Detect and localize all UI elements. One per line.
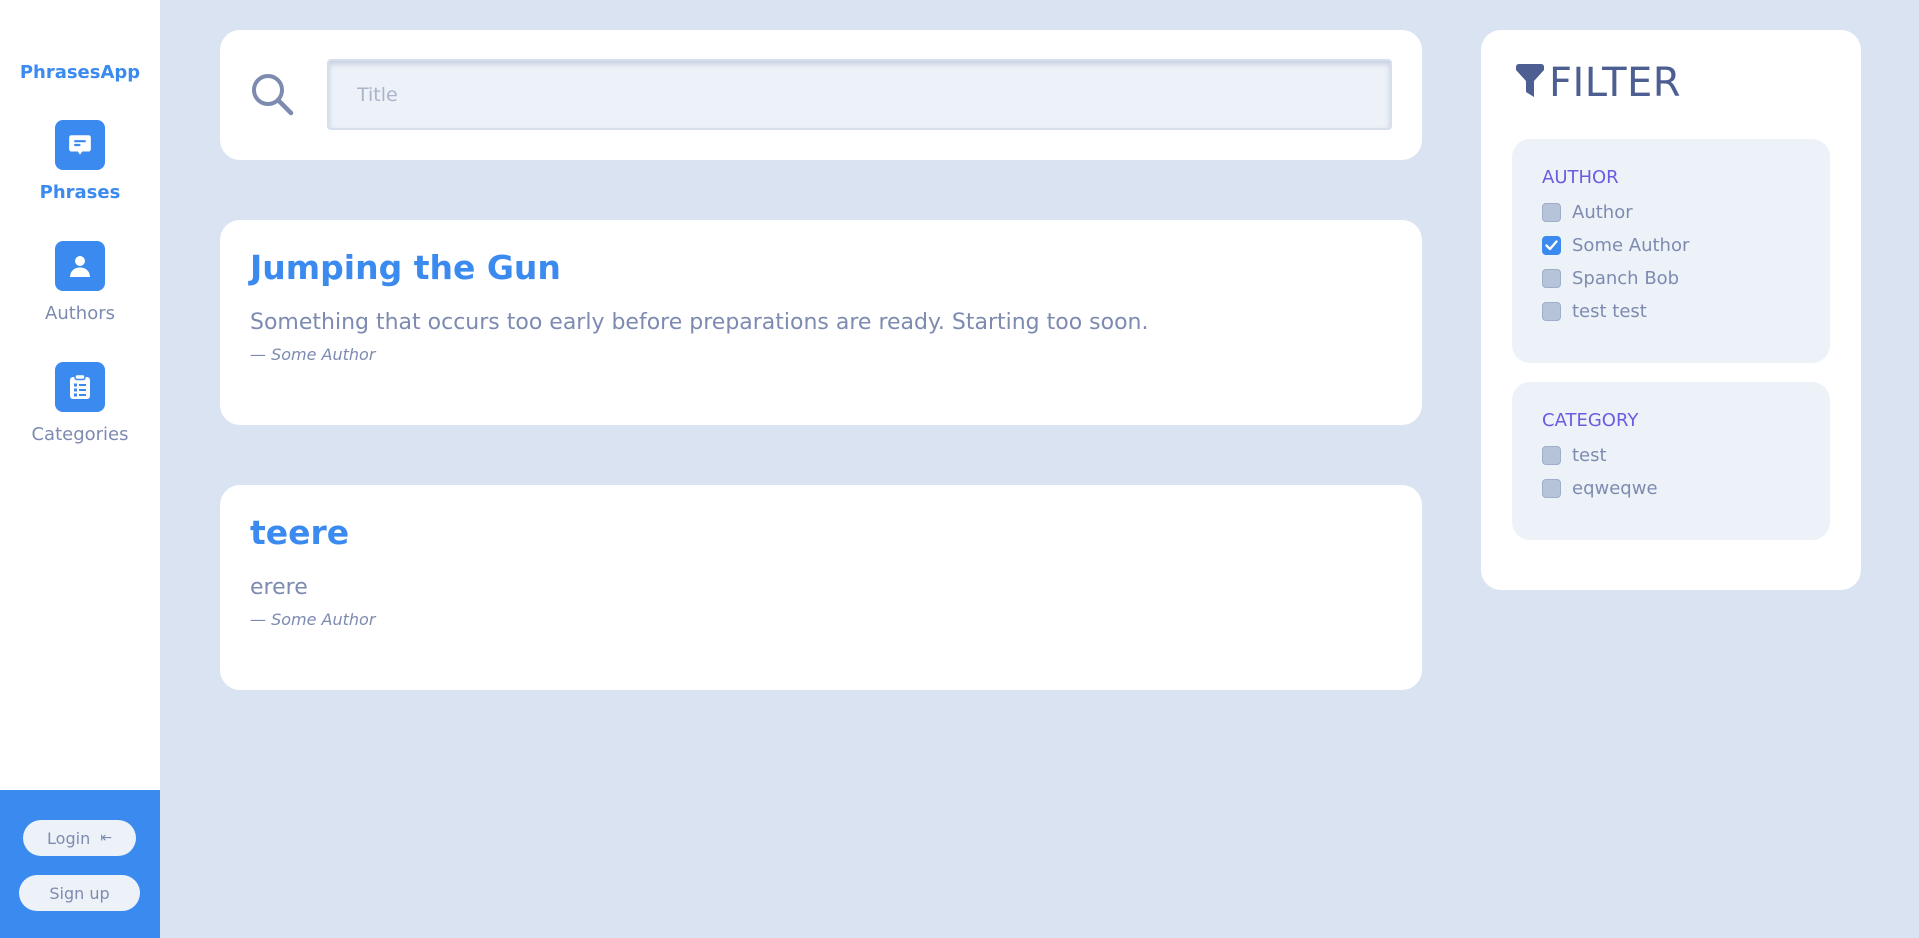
auth-panel: Login ⇤ Sign up (0, 790, 160, 938)
author-option[interactable]: Author (1542, 196, 1800, 229)
checkbox-checked[interactable] (1542, 236, 1561, 255)
phrase-title[interactable]: teere (250, 513, 1392, 553)
nav-item-authors[interactable]: Authors (0, 241, 160, 324)
phrase-author: — Some Author (250, 609, 376, 629)
checkbox[interactable] (1542, 479, 1561, 498)
phrase-card[interactable]: teere erere — Some Author (220, 485, 1422, 690)
author-filter-group: AUTHOR Author Some Author Spanch Bob tes… (1512, 139, 1830, 363)
brand-logo[interactable]: PhrasesApp (0, 62, 160, 83)
category-filter-group: CATEGORY test eqweqwe (1512, 382, 1830, 540)
category-option[interactable]: test (1542, 439, 1800, 472)
nav-label-phrases: Phrases (39, 182, 121, 203)
phrase-author: — Some Author (250, 344, 376, 364)
option-label: Spanch Bob (1572, 268, 1680, 289)
login-button[interactable]: Login ⇤ (23, 820, 136, 856)
message-icon (55, 120, 105, 170)
option-label: Some Author (1572, 235, 1690, 256)
nav-item-phrases[interactable]: Phrases (0, 120, 160, 203)
phrase-card[interactable]: Jumping the Gun Something that occurs to… (220, 220, 1422, 425)
funnel-icon (1515, 63, 1545, 103)
nav-item-categories[interactable]: Categories (0, 362, 160, 445)
checkbox[interactable] (1542, 302, 1561, 321)
checkbox[interactable] (1542, 446, 1561, 465)
author-option[interactable]: test test (1542, 295, 1800, 328)
person-icon (55, 241, 105, 291)
category-group-title: CATEGORY (1542, 410, 1639, 431)
signup-label: Sign up (49, 883, 110, 903)
category-option[interactable]: eqweqwe (1542, 472, 1800, 505)
author-option[interactable]: Spanch Bob (1542, 262, 1800, 295)
check-icon (1545, 240, 1558, 251)
option-label: eqweqwe (1572, 478, 1658, 499)
author-option[interactable]: Some Author (1542, 229, 1800, 262)
nav-label-authors: Authors (45, 303, 115, 324)
search-input[interactable] (327, 59, 1392, 130)
login-icon: ⇤ (100, 830, 112, 846)
phrase-text: Something that occurs too early before p… (250, 309, 1149, 335)
option-label: test test (1572, 301, 1647, 322)
checkbox[interactable] (1542, 269, 1561, 288)
checkbox[interactable] (1542, 203, 1561, 222)
author-group-title: AUTHOR (1542, 167, 1619, 188)
clipboard-list-icon (55, 362, 105, 412)
sidebar: PhrasesApp Phrases Authors Categories Lo… (0, 0, 160, 938)
login-label: Login (47, 828, 91, 848)
option-label: test (1572, 445, 1607, 466)
phrase-title[interactable]: Jumping the Gun (250, 248, 1392, 288)
filter-panel: FILTER AUTHOR Author Some Author Spanch … (1481, 30, 1861, 590)
phrase-text: erere (250, 574, 308, 600)
filter-header: FILTER (1515, 60, 1681, 106)
option-label: Author (1572, 202, 1633, 223)
signup-button[interactable]: Sign up (19, 875, 140, 911)
nav-label-categories: Categories (31, 424, 129, 445)
filter-title: FILTER (1549, 60, 1682, 106)
search-icon (250, 72, 300, 122)
search-card (220, 30, 1422, 160)
